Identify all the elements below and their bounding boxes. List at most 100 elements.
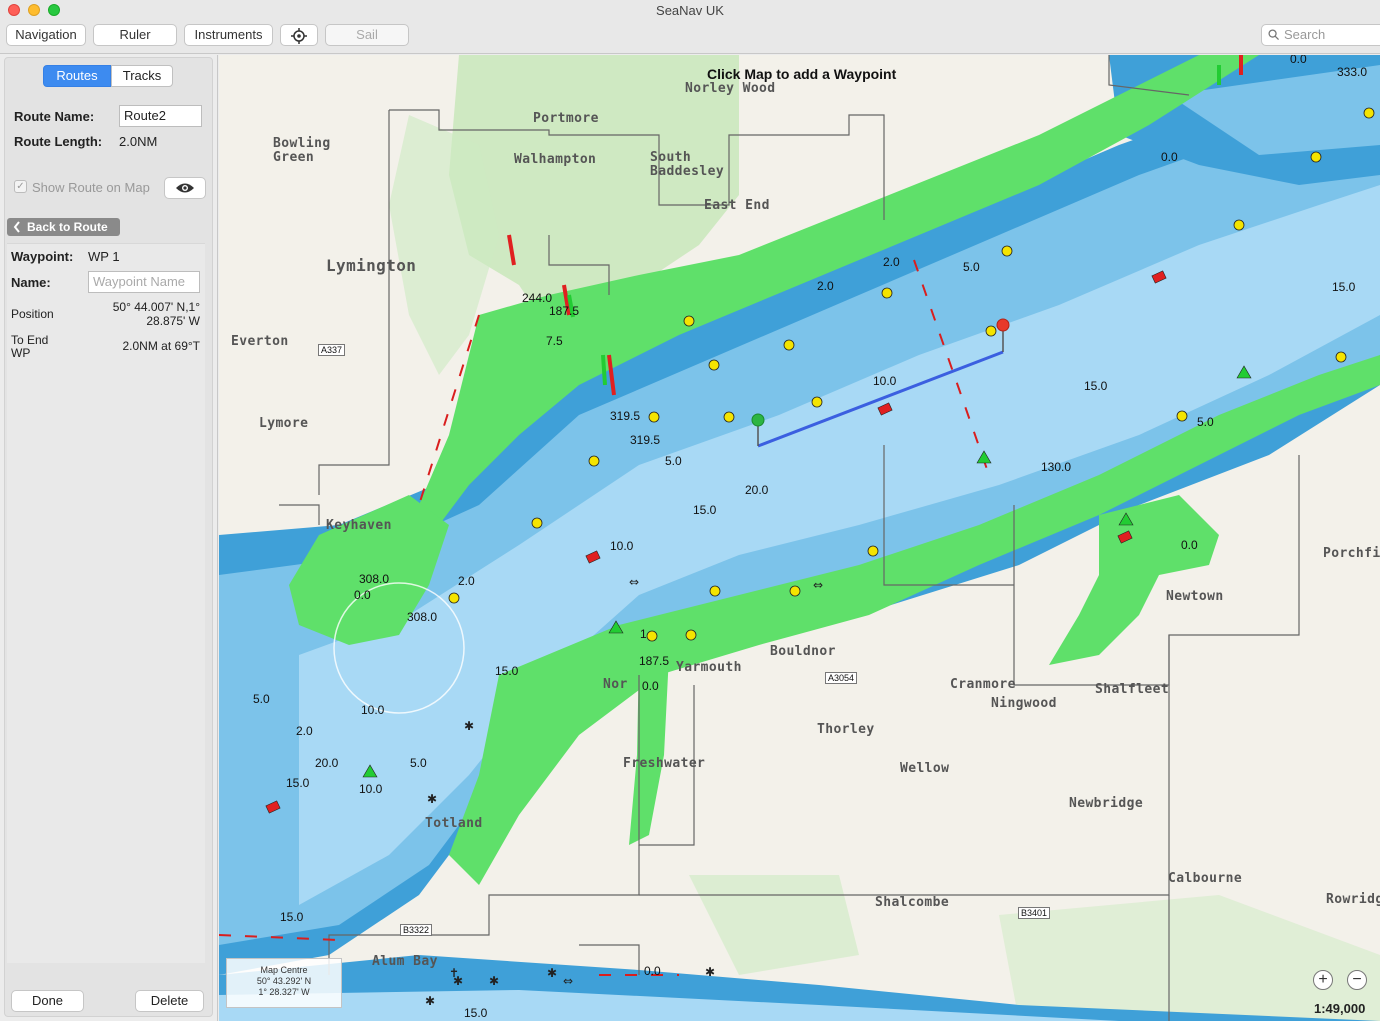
place-bouldnor: Bouldnor: [770, 644, 836, 659]
route-name-field[interactable]: Route2: [119, 105, 202, 127]
delete-button[interactable]: Delete: [135, 990, 204, 1012]
svg-text:⇔: ⇔: [563, 974, 573, 988]
map-centre-lat: 50° 43.292' N: [256, 976, 312, 986]
svg-text:✱: ✱: [427, 792, 437, 806]
close-window-button[interactable]: [8, 4, 20, 16]
depth-label: 5.0: [253, 692, 270, 706]
place-cranmore: Cranmore: [950, 677, 1016, 692]
depth-label: 5.0: [963, 260, 980, 274]
depth-label: 308.0: [407, 610, 438, 624]
sidebar: Routes Tracks Route Name: Route2 Route L…: [0, 55, 218, 1021]
place-totland: Totland: [425, 816, 483, 831]
depth-label: 5.0: [410, 756, 427, 770]
waypoint-value: WP 1: [88, 249, 120, 264]
depth-label: 308.0: [359, 572, 390, 586]
waypoint-name-field[interactable]: Waypoint Name: [88, 271, 200, 293]
search-icon: [1268, 29, 1279, 40]
depth-label: 333.0: [1337, 65, 1368, 79]
svg-text:✱: ✱: [705, 965, 715, 979]
back-to-route-button[interactable]: Back to Route: [7, 218, 120, 236]
svg-text:✝: ✝: [449, 966, 459, 980]
route-name-label: Route Name:: [14, 109, 95, 124]
svg-text:⇔: ⇔: [813, 578, 823, 592]
position-label: Position: [11, 307, 54, 321]
place-walhampton: Walhampton: [514, 152, 597, 167]
depth-label: 2.0: [817, 279, 834, 293]
done-button[interactable]: Done: [11, 990, 84, 1012]
ruler-button[interactable]: Ruler: [93, 24, 177, 46]
place-portmore: Portmore: [533, 111, 599, 126]
place-porchfield: Porchfie: [1323, 546, 1380, 561]
name-label: Name:: [11, 275, 51, 290]
map-centre-title: Map Centre: [260, 965, 308, 975]
road-b3401: B3401: [1018, 907, 1051, 919]
minimize-window-button[interactable]: [28, 4, 40, 16]
place-keyhaven: Keyhaven: [326, 518, 392, 533]
depth-label: 0.0: [354, 588, 371, 602]
depth-label: 5.0: [1197, 415, 1214, 429]
place-shalfleet: Shalfleet: [1095, 682, 1170, 697]
title-bar: SeaNav UK: [0, 0, 1380, 22]
depth-label: 15.0: [693, 503, 717, 517]
depth-label: 319.5: [630, 433, 661, 447]
place-everton: Everton: [231, 334, 289, 349]
search-input[interactable]: Search: [1261, 24, 1380, 46]
tab-routes[interactable]: Routes: [43, 65, 111, 87]
svg-text:✱: ✱: [425, 994, 435, 1008]
show-route-checkbox[interactable]: ✓: [14, 180, 27, 193]
place-baddesley: Baddesley: [650, 164, 725, 179]
sail-button[interactable]: Sail: [325, 24, 409, 46]
back-to-route-label: Back to Route: [27, 220, 108, 234]
depth-label: 15.0: [495, 664, 519, 678]
place-yarmouth: Yarmouth: [676, 660, 742, 675]
road-b3322: B3322: [400, 924, 433, 936]
depth-label: 10.0: [361, 703, 385, 717]
route-length-value: 2.0NM: [119, 134, 158, 149]
depth-label: 2.0: [458, 574, 475, 588]
map-centre-lon: 1° 28.327' W: [258, 987, 310, 997]
depth-label: 15.0: [286, 776, 310, 790]
place-newbridge: Newbridge: [1069, 796, 1144, 811]
instruments-button[interactable]: Instruments: [184, 24, 273, 46]
depth-label: 5.0: [665, 454, 682, 468]
place-south: South: [650, 150, 692, 165]
show-route-eye-button[interactable]: [164, 177, 206, 199]
svg-text:✱: ✱: [547, 966, 557, 980]
zoom-in-button[interactable]: +: [1313, 970, 1333, 990]
routes-tracks-toggle: Routes Tracks: [43, 65, 173, 87]
place-rowridge: Rowridg: [1326, 892, 1380, 907]
road-a3054: A3054: [825, 672, 858, 684]
depth-label: 0.0: [1181, 538, 1198, 552]
tab-tracks[interactable]: Tracks: [111, 65, 173, 87]
place-ningwood: Ningwood: [991, 696, 1057, 711]
show-route-label: Show Route on Map: [32, 180, 150, 195]
locate-button[interactable]: [280, 24, 318, 46]
depth-label: 7.5: [546, 334, 563, 348]
position-line2: 28.875' W: [146, 314, 200, 328]
place-thorley: Thorley: [817, 722, 875, 737]
depth-label: 10.0: [610, 539, 634, 553]
map-hint: Click Map to add a Waypoint: [707, 66, 897, 82]
place-wellow: Wellow: [900, 761, 950, 776]
depth-label: 20.0: [745, 483, 769, 497]
toolbar: Navigation Ruler Instruments Sail Search: [0, 22, 1380, 54]
navigation-button[interactable]: Navigation: [6, 24, 86, 46]
depth-label: 10.0: [873, 374, 897, 388]
svg-text:✱: ✱: [489, 974, 499, 988]
depth-label: 1: [640, 627, 647, 641]
place-newtown: Newtown: [1166, 589, 1224, 604]
depth-label: 0.0: [642, 679, 659, 693]
map-scale: 1:49,000: [1314, 1001, 1366, 1016]
place-east-end: East End: [704, 198, 770, 213]
maximize-window-button[interactable]: [48, 4, 60, 16]
chart-map[interactable]: ⇔ ⇔ ⇔ ✱ ✱ ✱ ✱ ✱ ✱ ✱ ✝ Click Map to add a Waypoi…: [219, 55, 1380, 1021]
place-bowling: Bowling: [273, 136, 331, 151]
place-alum-bay: Alum Bay: [372, 954, 438, 969]
road-a337: A337: [318, 344, 346, 356]
zoom-out-button[interactable]: −: [1347, 970, 1367, 990]
waypoint-label: Waypoint:: [11, 249, 74, 264]
position-line1: 50° 44.007' N,1°: [112, 300, 200, 314]
depth-label: 0.0: [1290, 55, 1307, 66]
to-end-label-1: To End: [11, 333, 49, 347]
depth-label: 15.0: [1332, 280, 1356, 294]
